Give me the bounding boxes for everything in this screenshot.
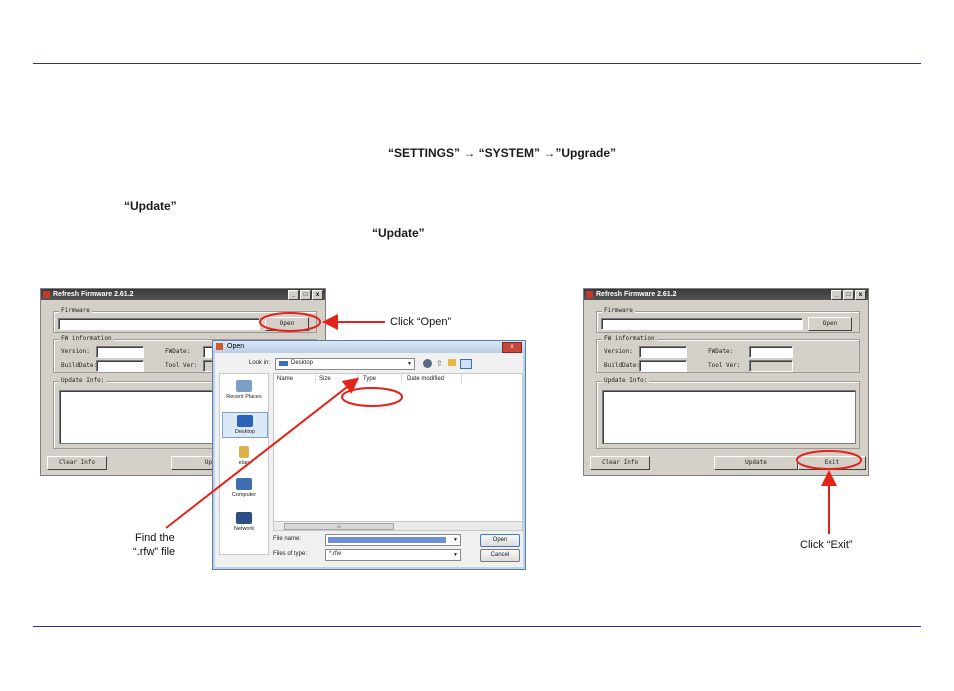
maximize-button[interactable]: □ [843,290,854,300]
user-folder-icon [239,446,249,458]
look-in-value: Desktop [291,360,314,366]
fw-info-group-label: FW information [602,335,657,342]
place-desktop[interactable]: Desktop [222,412,268,438]
dialog-title-bar: Open x [213,341,525,353]
computer-icon [236,478,252,490]
column-date-modified[interactable]: Date modified [404,374,462,384]
window-controls: _ □ x [288,290,323,300]
click-open-caption: Click “Open” [390,316,452,328]
dialog-body: Look in: Desktop ▼ ⇧ Recent Places Deskt… [215,353,523,567]
open-file-dialog: Open x Look in: Desktop ▼ ⇧ Recent Place… [212,340,526,570]
fwdate-field [749,346,793,358]
new-folder-icon[interactable] [448,359,456,366]
minimize-button[interactable]: _ [288,290,299,300]
desktop-icon [237,415,253,427]
up-folder-icon[interactable]: ⇧ [436,359,443,368]
update-button-partial[interactable]: Up [171,456,217,470]
place-computer[interactable]: Computer [222,478,266,498]
update-text-1: “Update” [124,199,177,213]
settings-path-text: “SETTINGS” → “SYSTEM” →”Upgrade” [388,146,617,160]
window-title-bar: Refresh Firmware 2.61.2 _ □ x [41,289,325,300]
exit-button[interactable]: Exit [798,456,866,470]
file-name-label: File name: [273,536,302,542]
build-label: BuildDate: [61,362,98,369]
top-rule [33,63,921,64]
column-name[interactable]: Name [274,374,316,384]
build-field [639,360,687,372]
version-field [639,346,687,358]
close-button[interactable]: x [312,290,323,300]
file-name-selection [328,537,446,543]
fwdate-label: FWDate: [165,348,191,355]
firmware-path-input[interactable] [601,318,803,330]
file-name-input[interactable]: ▼ [325,534,461,546]
version-label: Version: [604,348,633,355]
clear-info-button[interactable]: Clear Info [590,456,650,470]
update-button[interactable]: Update [714,456,798,470]
back-icon[interactable] [423,359,432,368]
look-in-label: Look in: [249,360,271,366]
network-icon [236,512,252,524]
column-size[interactable]: Size [316,374,358,384]
place-network[interactable]: Network [222,512,266,532]
firmware-group-label: Firmware [59,307,92,314]
views-icon[interactable] [460,359,472,369]
fw-info-group-label: FW information [59,335,114,342]
version-label: Version: [61,348,90,355]
tool-ver-label: Tool Ver: [165,362,198,369]
places-bar: Recent Places Desktop elan Computer Netw… [219,373,269,555]
close-button[interactable]: x [855,290,866,300]
folder-icon [279,361,288,366]
horizontal-scrollbar[interactable]: III [273,521,523,531]
minimize-button[interactable]: _ [831,290,842,300]
dialog-open-button[interactable]: Open [480,534,520,547]
bottom-rule [33,626,921,627]
look-in-combo[interactable]: Desktop ▼ [275,358,415,370]
dialog-cancel-button[interactable]: Cancel [480,549,520,562]
dialog-close-button[interactable]: x [502,342,522,353]
fwdate-label: FWDate: [708,348,734,355]
build-label: BuildDate: [604,362,641,369]
firmware-path-input[interactable] [58,318,260,330]
window-controls: _ □ x [831,290,866,300]
chevron-down-icon: ▼ [453,537,458,543]
place-recent[interactable]: Recent Places [222,380,266,400]
chevron-down-icon: ▼ [453,552,458,558]
firmware-group-label: Firmware [602,307,635,314]
app-icon [586,291,593,298]
dialog-title: Open [227,343,245,350]
version-field [96,346,144,358]
maximize-button[interactable]: □ [300,290,311,300]
find-file-caption-line1: Find the [135,532,175,544]
files-of-type-select[interactable]: *.rfw ▼ [325,549,461,561]
open-button[interactable]: Open [265,317,309,331]
app-icon [43,291,50,298]
files-of-type-label: Files of type: [273,551,308,557]
firmware-window-right: Refresh Firmware 2.61.2 _ □ x Firmware O… [583,288,869,476]
window-title: Refresh Firmware 2.61.2 [53,291,134,298]
window-title: Refresh Firmware 2.61.2 [596,291,677,298]
tool-ver-label: Tool Ver: [708,362,741,369]
open-button[interactable]: Open [808,317,852,331]
build-field [96,360,144,372]
clear-info-button[interactable]: Clear Info [47,456,107,470]
tool-ver-field [749,360,793,372]
dialog-icon [216,343,223,350]
click-exit-caption: Click “Exit” [800,539,853,551]
find-file-caption-line2: “.rfw” file [133,546,176,558]
files-of-type-value: *.rfw [329,551,341,557]
column-type[interactable]: Type [360,374,402,384]
update-info-group-label: Update Info: [602,377,650,384]
scroll-thumb[interactable]: III [284,523,394,530]
update-info-group-label: Update Info: [59,377,107,384]
window-title-bar: Refresh Firmware 2.61.2 _ □ x [584,289,868,300]
chevron-down-icon: ▼ [407,361,412,367]
place-user[interactable]: elan [222,446,266,466]
update-text-2: “Update” [372,226,425,240]
recent-places-icon [236,380,252,392]
file-list[interactable]: Name Size Type Date modified [273,373,523,523]
update-info-textarea[interactable] [602,390,856,444]
